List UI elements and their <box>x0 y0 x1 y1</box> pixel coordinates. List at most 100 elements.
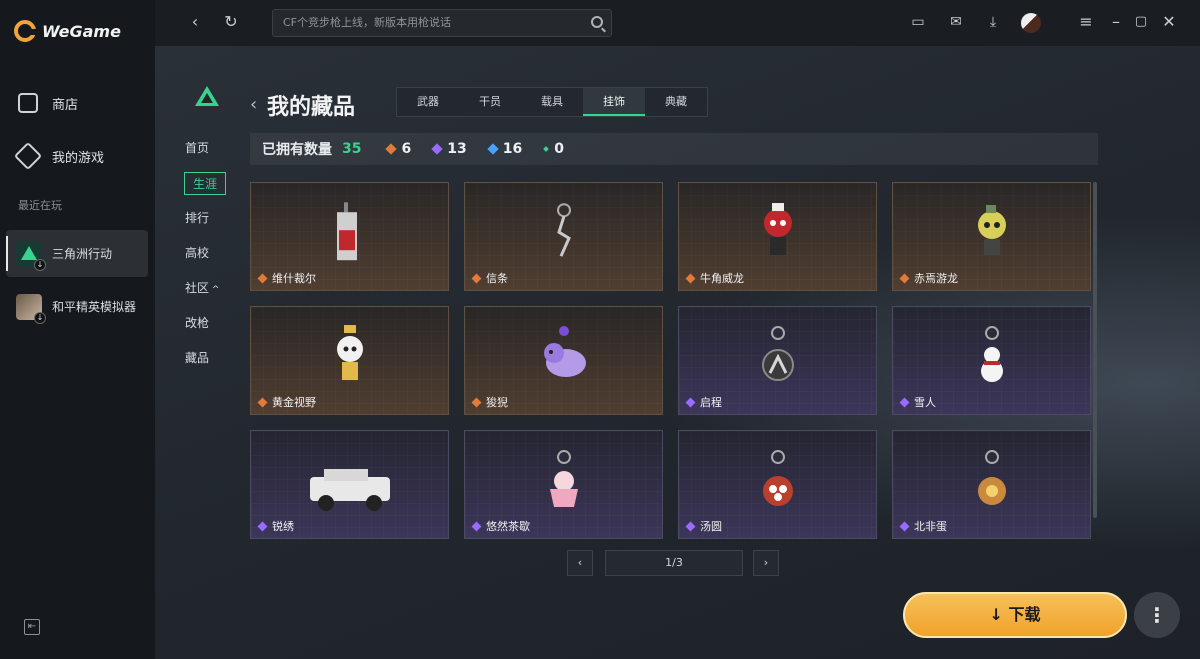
charm-image <box>763 202 792 255</box>
search-input[interactable]: CF个竞步枪上线，新版本用枪说话 <box>272 9 612 37</box>
subnav-gunsmith[interactable]: 改枪 <box>185 314 209 331</box>
card-name: 启程 <box>685 394 722 410</box>
purple-rarity-icon <box>685 521 696 531</box>
tab-weapons[interactable]: 武器 <box>397 88 459 116</box>
gold-rarity-icon <box>685 273 696 283</box>
charm-image <box>977 204 1006 255</box>
back-icon[interactable]: ‹ <box>185 12 205 32</box>
collapse-sidebar-icon[interactable]: ⇤ <box>24 619 40 635</box>
download-manager-icon[interactable]: ⤓ <box>983 12 1003 32</box>
card-name: 维什裁尔 <box>257 270 316 286</box>
delta-force-icon: ↓ <box>16 240 46 271</box>
page-back-icon[interactable]: ‹ <box>250 94 257 115</box>
purple-rarity-icon <box>899 521 910 531</box>
subnav-collection[interactable]: 藏品 <box>185 349 209 366</box>
subnav-community-label: 社区 <box>185 281 210 295</box>
card-name: 雪人 <box>899 394 936 410</box>
recent-game-delta-force[interactable]: ↓ 三角洲行动 <box>6 230 148 277</box>
gold-rarity-icon <box>257 397 268 407</box>
nav-store[interactable]: 商店 <box>18 93 78 113</box>
chevron-up-icon: ^ <box>209 285 220 295</box>
subnav-community[interactable]: 社区 ^ <box>185 279 219 296</box>
card-name-text: 信条 <box>486 272 508 285</box>
subnav-college[interactable]: 高校 <box>185 244 209 261</box>
rarity-count-gold: 6 <box>385 141 412 157</box>
download-label: 下载 <box>1008 605 1041 624</box>
collection-card[interactable]: 北非蛋 <box>892 430 1091 539</box>
purple-rarity-icon <box>431 143 443 155</box>
card-name-text: 狻猊 <box>486 396 508 409</box>
wegame-logo[interactable]: WeGame <box>14 20 121 42</box>
card-name: 黄金视野 <box>257 394 316 410</box>
minimize-icon[interactable]: – <box>1106 12 1126 32</box>
mail-icon[interactable]: ✉ <box>946 12 966 32</box>
more-options-button[interactable]: ⋮ <box>1134 592 1180 638</box>
download-badge-icon: ↓ <box>34 258 46 271</box>
charm-image <box>762 449 793 506</box>
rarity-count-value: 6 <box>401 141 412 157</box>
card-name-text: 悠然茶歇 <box>486 520 530 533</box>
next-page-button[interactable]: › <box>753 550 779 576</box>
delta-force-logo-icon <box>195 86 219 106</box>
collection-card[interactable]: 赤焉游龙 <box>892 182 1091 291</box>
topbar: ‹ ↻ CF个竞步枪上线，新版本用枪说话 ▭ ✉ ⤓ ≡ – ▢ ✕ <box>155 0 1200 46</box>
collection-card[interactable]: 黄金视野 <box>250 306 449 415</box>
collection-card[interactable]: 启程 <box>678 306 877 415</box>
collection-card[interactable]: 狻猊 <box>464 306 663 415</box>
tab-charms[interactable]: 挂饰 <box>583 88 645 116</box>
subnav-home[interactable]: 首页 <box>185 139 209 156</box>
subnav-career[interactable]: 生涯 <box>184 172 227 195</box>
card-name-text: 雪人 <box>914 396 936 409</box>
gold-rarity-icon <box>257 273 268 283</box>
avatar[interactable] <box>1021 13 1041 33</box>
owned-label: 已拥有数量 <box>262 142 332 158</box>
card-name-text: 启程 <box>700 396 722 409</box>
collection-card[interactable]: 维什裁尔 <box>250 182 449 291</box>
maximize-icon[interactable]: ▢ <box>1131 12 1151 32</box>
card-name: 狻猊 <box>471 394 508 410</box>
nav-my-games[interactable]: 我的游戏 <box>13 141 104 171</box>
rarity-count-blue: 16 <box>487 141 523 157</box>
refresh-icon[interactable]: ↻ <box>221 12 241 32</box>
tab-operators[interactable]: 干员 <box>459 88 521 116</box>
card-name: 锐绣 <box>257 518 294 534</box>
collection-card[interactable]: 信条 <box>464 182 663 291</box>
close-icon[interactable]: ✕ <box>1159 12 1179 32</box>
collection-card[interactable]: 汤圆 <box>678 430 877 539</box>
page-title: 我的藏品 <box>267 95 356 120</box>
search-icon[interactable] <box>591 16 603 28</box>
collection-card[interactable]: 雪人 <box>892 306 1091 415</box>
prev-page-button[interactable]: ‹ <box>567 550 593 576</box>
gold-rarity-icon <box>899 273 910 283</box>
download-button[interactable]: ↓ 下载 <box>903 592 1127 638</box>
card-name: 悠然茶歇 <box>471 518 530 534</box>
purple-rarity-icon <box>685 397 696 407</box>
tab-collection[interactable]: 典藏 <box>645 88 707 116</box>
menu-icon[interactable]: ≡ <box>1076 12 1096 32</box>
recent-game-label: 和平精英模拟器 <box>52 300 137 314</box>
collection-card[interactable]: 牛角威龙 <box>678 182 877 291</box>
card-name-text: 北非蛋 <box>914 520 947 533</box>
charm-image <box>556 202 571 257</box>
download-badge-icon: ↓ <box>34 311 46 324</box>
rarity-count-value: 16 <box>502 141 523 157</box>
brand-name: WeGame <box>42 21 121 41</box>
card-name-text: 牛角威龙 <box>700 272 744 285</box>
charm-image <box>309 468 390 511</box>
card-name: 赤焉游龙 <box>899 270 958 286</box>
gamepad-icon <box>13 141 43 171</box>
blue-rarity-icon <box>487 143 499 155</box>
category-tabs: 武器 干员 载具 挂饰 典藏 <box>396 87 708 117</box>
page-indicator: 1/3 <box>605 550 743 576</box>
recent-game-peace-elite[interactable]: ↓ 和平精英模拟器 <box>6 283 148 330</box>
recent-game-label: 三角洲行动 <box>52 247 113 261</box>
gold-rarity-icon <box>385 143 398 155</box>
subnav-ranking[interactable]: 排行 <box>185 209 209 226</box>
purple-rarity-icon <box>257 521 268 531</box>
tab-vehicles[interactable]: 载具 <box>521 88 583 116</box>
collection-card[interactable]: 锐绣 <box>250 430 449 539</box>
collection-card[interactable]: 悠然茶歇 <box>464 430 663 539</box>
grid-scrollbar[interactable] <box>1093 182 1097 518</box>
message-icon[interactable]: ▭ <box>908 12 928 32</box>
card-name-text: 赤焉游龙 <box>914 272 958 285</box>
